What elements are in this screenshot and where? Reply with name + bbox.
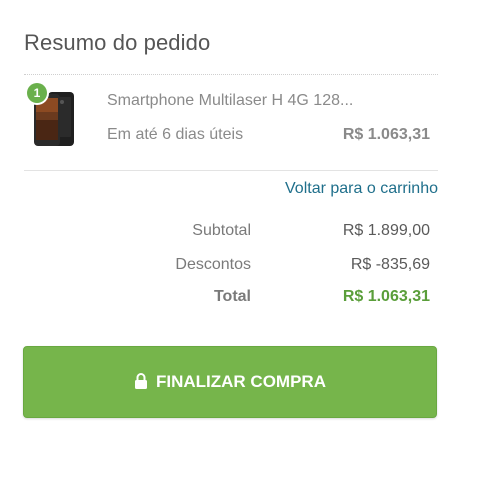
delivery-estimate: Em até 6 dias úteis	[107, 126, 244, 143]
subtotal-value: R$ 1.899,00	[342, 222, 430, 239]
product-name[interactable]: Smartphone Multilaser H 4G 128...	[107, 92, 353, 110]
checkout-button[interactable]: FINALIZAR COMPRA	[23, 346, 437, 418]
quantity-badge: 1	[27, 83, 47, 103]
subtotal-label: Subtotal	[192, 222, 251, 239]
order-summary-title: Resumo do pedido	[24, 30, 211, 55]
discount-value: R$ -835,69	[350, 256, 430, 273]
title-divider	[24, 74, 438, 75]
checkout-button-label: FINALIZAR COMPRA	[156, 372, 326, 391]
lock-icon	[135, 373, 147, 389]
discount-label: Descontos	[175, 256, 251, 273]
total-label: Total	[213, 288, 251, 305]
item-divider	[24, 170, 438, 171]
total-value: R$ 1.063,31	[342, 288, 430, 305]
item-price: R$ 1.063,31	[342, 126, 430, 143]
back-to-cart-link[interactable]: Voltar para o carrinho	[285, 180, 438, 198]
